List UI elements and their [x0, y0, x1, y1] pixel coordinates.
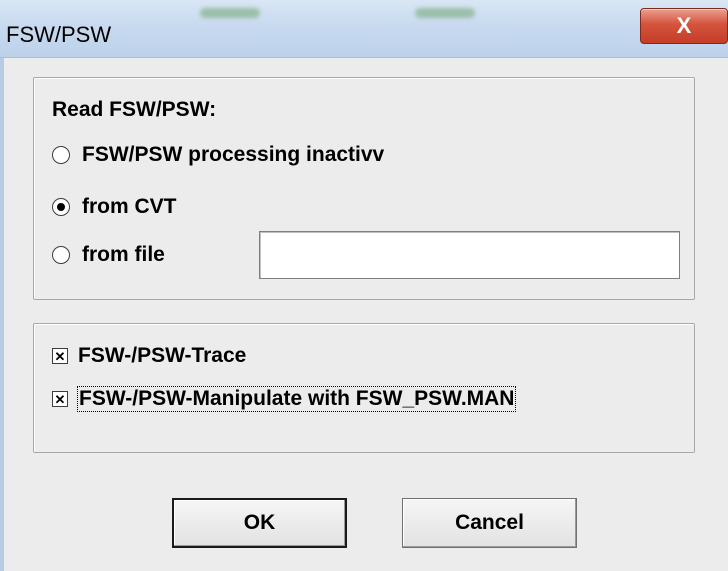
title-bar[interactable]: FSW/PSW X — [0, 0, 728, 58]
checkbox[interactable]: ✕ — [52, 391, 68, 407]
read-fsw-psw-group: Read FSW/PSW: FSW/PSW processing inactiv… — [33, 77, 695, 300]
window-title: FSW/PSW — [6, 22, 112, 47]
checkbox-trace[interactable]: ✕ FSW-/PSW-Trace — [52, 341, 246, 371]
ok-button[interactable]: OK — [172, 498, 347, 548]
close-button[interactable]: X — [640, 8, 728, 44]
cancel-button[interactable]: Cancel — [402, 498, 577, 548]
radio-button[interactable] — [52, 246, 70, 264]
radio-label: FSW/PSW processing inactivv — [82, 143, 385, 166]
radio-button[interactable] — [52, 198, 70, 216]
checkbox-label: FSW-/PSW-Manipulate with FSW_PSW.MAN — [76, 386, 517, 412]
checkbox[interactable]: ✕ — [52, 348, 68, 364]
radio-from-file[interactable]: from file — [52, 240, 165, 270]
title-bar-glow — [415, 8, 475, 18]
read-fsw-psw-label: Read FSW/PSW: — [52, 98, 217, 121]
radio-label: from file — [82, 243, 165, 266]
cancel-button-label: Cancel — [455, 511, 524, 534]
radio-processing-inactive[interactable]: FSW/PSW processing inactivv — [52, 140, 384, 170]
checkbox-manipulate[interactable]: ✕ FSW-/PSW-Manipulate with FSW_PSW.MAN — [52, 384, 517, 414]
file-path-input[interactable] — [259, 231, 680, 279]
close-icon: X — [676, 13, 692, 38]
radio-from-cvt[interactable]: from CVT — [52, 192, 177, 222]
window-frame-left — [0, 58, 4, 571]
ok-button-label: OK — [243, 511, 276, 534]
dialog-window: FSW/PSW X Read FSW/PSW: FSW/PSW processi… — [0, 0, 728, 571]
checkbox-label: FSW-/PSW-Trace — [78, 344, 247, 367]
title-bar-glow — [200, 8, 260, 18]
trace-options-group: ✕ FSW-/PSW-Trace ✕ FSW-/PSW-Manipulate w… — [33, 323, 695, 453]
radio-button[interactable] — [52, 146, 70, 164]
radio-label: from CVT — [82, 195, 177, 218]
